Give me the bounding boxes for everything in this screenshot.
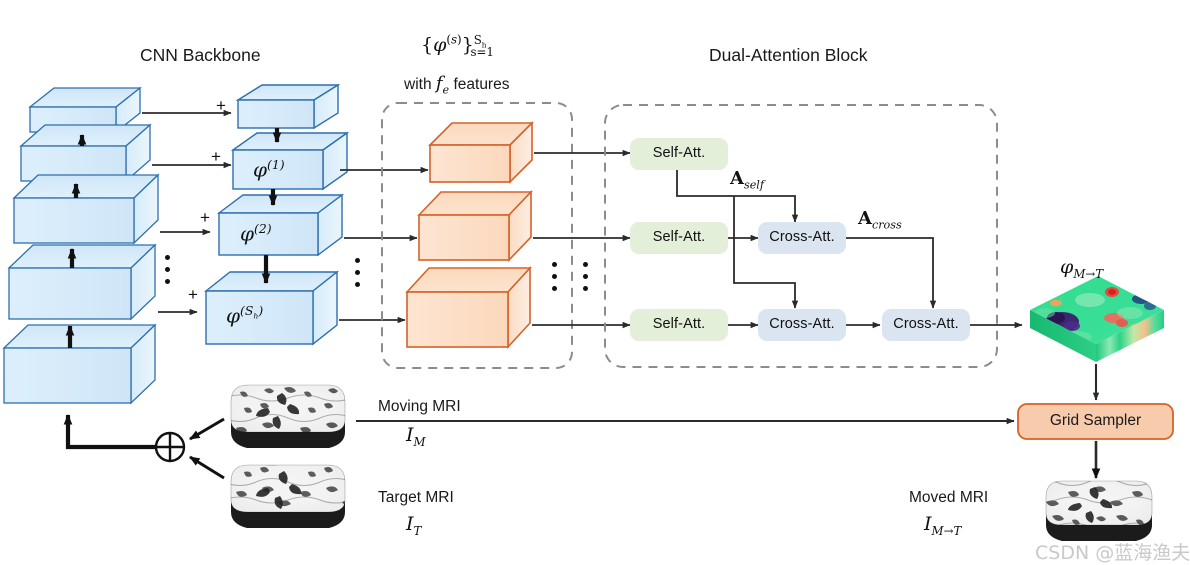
grid-sampler-label[interactable]: Grid Sampler <box>1018 412 1173 430</box>
attention-edges <box>676 170 1023 329</box>
moved-mri-symbol: IM→T <box>924 513 962 538</box>
diagram-canvas <box>2 83 1174 541</box>
figure-root: CNN Backbone {φ(s)}Shs=1 with fe feature… <box>0 0 1190 565</box>
skip-plus-2: + <box>211 147 221 166</box>
feature-to-attention-arrows <box>532 149 631 329</box>
encoder-box-3 <box>12 173 160 245</box>
moving-mri-symbol: IM <box>406 424 426 449</box>
skip-plus-1: + <box>216 96 226 115</box>
cross-att-label-r2[interactable]: Cross-Att. <box>762 229 842 245</box>
decoder-label-phiSh: φ(Sh) <box>226 303 264 328</box>
arrow-target-to-concat <box>189 455 225 480</box>
concat-node-group <box>154 417 225 480</box>
target-mri-slab <box>230 464 346 528</box>
decoder-vertical-dots <box>355 258 360 287</box>
decoder-label-phi1: φ(1) <box>253 157 285 182</box>
label-a-self: Aself <box>730 168 764 192</box>
moving-mri-slab <box>230 384 346 448</box>
target-mri-title: Target MRI <box>378 489 454 506</box>
feature-box-2 <box>417 190 533 262</box>
target-mri-symbol: IT <box>406 513 422 538</box>
moved-mri-slab <box>1045 480 1153 541</box>
feature-vertical-dots <box>552 262 557 291</box>
moved-mri-title: Moved MRI <box>909 489 989 506</box>
encoder-box-4 <box>7 243 157 321</box>
feature-box-3 <box>405 265 532 350</box>
self-att-label-1[interactable]: Self-Att. <box>641 145 717 161</box>
encoder-vertical-dots <box>165 255 170 284</box>
skip-plus-3: + <box>200 208 210 227</box>
decoder-box-1 <box>230 131 350 191</box>
arrow-moving-to-concat <box>189 417 225 441</box>
skip-plus-4: + <box>188 285 198 304</box>
moving-mri-title: Moving MRI <box>378 398 461 415</box>
deformation-field-slab <box>1030 276 1164 362</box>
decoder-box-2 <box>216 193 345 257</box>
feature-box-1 <box>428 121 534 184</box>
self-att-label-3[interactable]: Self-Att. <box>641 316 717 332</box>
encoder-box-5 <box>2 323 157 405</box>
decoder-label-phi2: φ(2) <box>240 221 272 246</box>
label-deformation-field: φM→T <box>1060 256 1104 281</box>
edge-across-to-cross-r3 <box>846 237 937 309</box>
cross-att-label-r3-2[interactable]: Cross-Att. <box>886 316 966 332</box>
decoder-box-0 <box>235 83 341 130</box>
encoder-box-2 <box>19 123 152 183</box>
self-att-label-2[interactable]: Self-Att. <box>641 229 717 245</box>
encoder-stack <box>2 86 172 450</box>
feature-boxes <box>405 121 534 350</box>
label-a-cross: Across <box>858 208 902 232</box>
watermark: CSDN @蓝海渔夫 <box>1035 542 1190 564</box>
attention-input-vertical-dots <box>583 262 588 291</box>
cross-att-label-r3-1[interactable]: Cross-Att. <box>762 316 842 332</box>
